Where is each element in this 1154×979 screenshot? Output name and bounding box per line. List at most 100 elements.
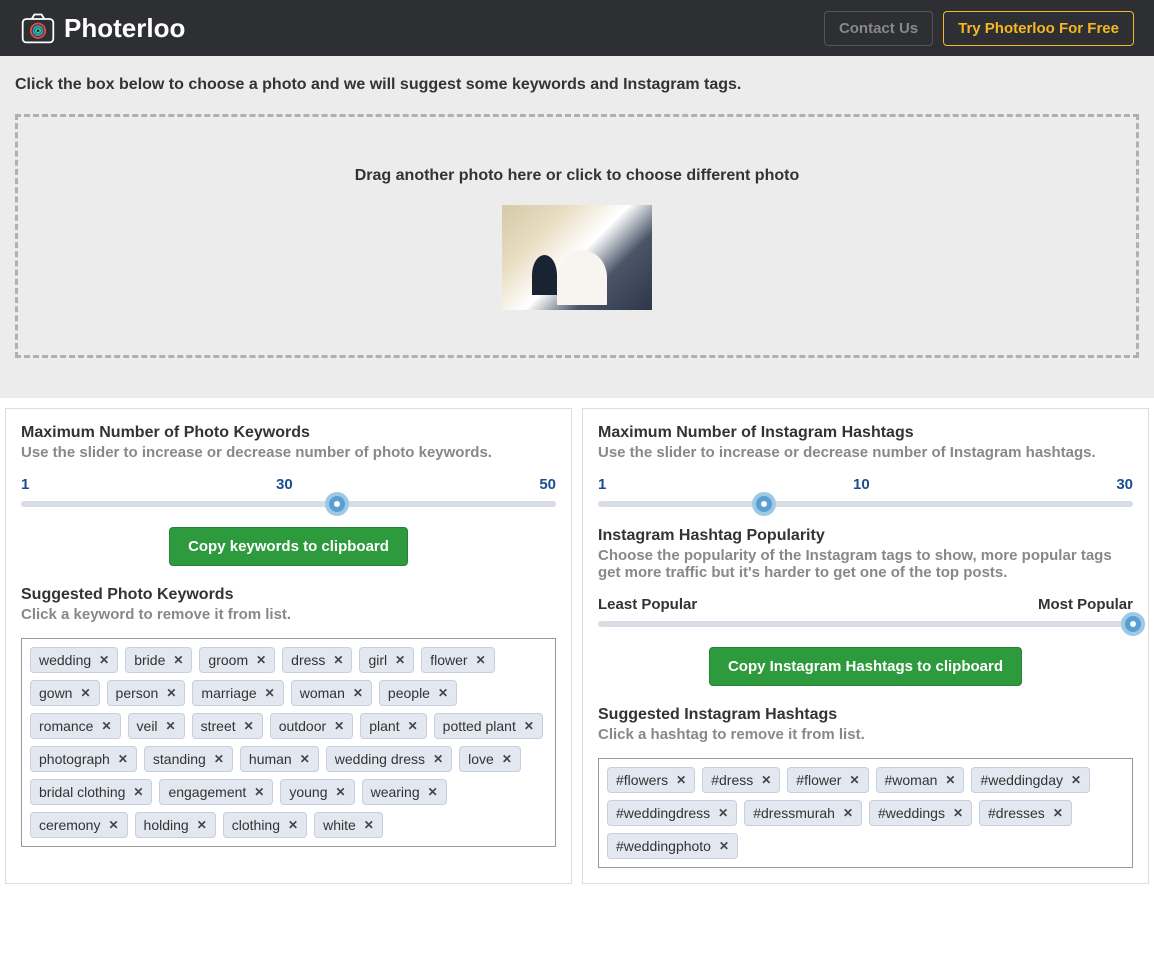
hashtag-tag[interactable]: #flowers✕ xyxy=(607,767,695,793)
hashtag-tag[interactable]: #dress✕ xyxy=(702,767,780,793)
close-icon[interactable]: ✕ xyxy=(254,785,264,799)
popularity-slider[interactable] xyxy=(598,621,1133,627)
keyword-tag[interactable]: outdoor✕ xyxy=(270,713,354,739)
keywords-value: 30 xyxy=(276,476,293,493)
keywords-slider-handle[interactable] xyxy=(325,492,349,516)
tag-label: person xyxy=(116,685,159,701)
keyword-tag[interactable]: bridal clothing✕ xyxy=(30,779,152,805)
hashtag-tag[interactable]: #weddings✕ xyxy=(869,800,972,826)
close-icon[interactable]: ✕ xyxy=(265,686,275,700)
hashtag-tag[interactable]: #weddingphoto✕ xyxy=(607,833,738,859)
close-icon[interactable]: ✕ xyxy=(476,653,486,667)
close-icon[interactable]: ✕ xyxy=(761,773,771,787)
tag-label: standing xyxy=(153,751,206,767)
keyword-tag[interactable]: plant✕ xyxy=(360,713,426,739)
close-icon[interactable]: ✕ xyxy=(353,686,363,700)
keyword-tag[interactable]: girl✕ xyxy=(359,647,414,673)
hashtags-slider-handle[interactable] xyxy=(752,492,776,516)
popularity-slider-handle[interactable] xyxy=(1121,612,1145,636)
close-icon[interactable]: ✕ xyxy=(244,719,254,733)
close-icon[interactable]: ✕ xyxy=(288,818,298,832)
keyword-tag[interactable]: veil✕ xyxy=(128,713,185,739)
popularity-max: Most Popular xyxy=(1038,596,1133,613)
close-icon[interactable]: ✕ xyxy=(843,806,853,820)
close-icon[interactable]: ✕ xyxy=(300,752,310,766)
keyword-tag[interactable]: people✕ xyxy=(379,680,457,706)
close-icon[interactable]: ✕ xyxy=(173,653,183,667)
close-icon[interactable]: ✕ xyxy=(166,719,176,733)
close-icon[interactable]: ✕ xyxy=(101,719,111,733)
close-icon[interactable]: ✕ xyxy=(118,752,128,766)
keyword-tag[interactable]: woman✕ xyxy=(291,680,372,706)
close-icon[interactable]: ✕ xyxy=(524,719,534,733)
close-icon[interactable]: ✕ xyxy=(256,653,266,667)
hashtag-tag[interactable]: #flower ✕ xyxy=(787,767,868,793)
hashtag-tag[interactable]: #weddingday✕ xyxy=(971,767,1090,793)
keywords-slider[interactable] xyxy=(21,501,556,507)
keyword-tag[interactable]: flower✕ xyxy=(421,647,494,673)
keyword-tag[interactable]: young✕ xyxy=(280,779,354,805)
close-icon[interactable]: ✕ xyxy=(953,806,963,820)
keyword-tag[interactable]: ceremony✕ xyxy=(30,812,128,838)
close-icon[interactable]: ✕ xyxy=(676,773,686,787)
close-icon[interactable]: ✕ xyxy=(395,653,405,667)
close-icon[interactable]: ✕ xyxy=(718,806,728,820)
close-icon[interactable]: ✕ xyxy=(428,785,438,799)
keyword-tag[interactable]: wearing✕ xyxy=(362,779,447,805)
close-icon[interactable]: ✕ xyxy=(197,818,207,832)
hashtag-tag[interactable]: #dresses✕ xyxy=(979,800,1072,826)
close-icon[interactable]: ✕ xyxy=(80,686,90,700)
close-icon[interactable]: ✕ xyxy=(336,785,346,799)
keyword-tag[interactable]: street✕ xyxy=(192,713,263,739)
close-icon[interactable]: ✕ xyxy=(133,785,143,799)
close-icon[interactable]: ✕ xyxy=(99,653,109,667)
hashtag-tag[interactable]: #woman✕ xyxy=(876,767,965,793)
keyword-tag[interactable]: holding✕ xyxy=(135,812,216,838)
dropzone[interactable]: Drag another photo here or click to choo… xyxy=(15,114,1139,358)
keyword-tag[interactable]: potted plant✕ xyxy=(434,713,543,739)
keyword-tag[interactable]: bride✕ xyxy=(125,647,192,673)
keyword-tag[interactable]: romance✕ xyxy=(30,713,121,739)
contact-button[interactable]: Contact Us xyxy=(824,11,933,46)
copy-hashtags-button[interactable]: Copy Instagram Hashtags to clipboard xyxy=(709,647,1022,686)
close-icon[interactable]: ✕ xyxy=(214,752,224,766)
keyword-tag[interactable]: gown✕ xyxy=(30,680,100,706)
close-icon[interactable]: ✕ xyxy=(1053,806,1063,820)
keyword-tag[interactable]: clothing✕ xyxy=(223,812,307,838)
keyword-tag[interactable]: person ✕ xyxy=(107,680,186,706)
keyword-tag[interactable]: love ✕ xyxy=(459,746,521,772)
keyword-tag[interactable]: groom✕ xyxy=(199,647,275,673)
keyword-tag[interactable]: wedding✕ xyxy=(30,647,118,673)
close-icon[interactable]: ✕ xyxy=(408,719,418,733)
logo[interactable]: Photerloo xyxy=(20,10,185,46)
keyword-tag[interactable]: standing ✕ xyxy=(144,746,233,772)
close-icon[interactable]: ✕ xyxy=(108,818,118,832)
close-icon[interactable]: ✕ xyxy=(502,752,512,766)
keyword-tag[interactable]: wedding dress✕ xyxy=(326,746,452,772)
copy-keywords-button[interactable]: Copy keywords to clipboard xyxy=(169,527,408,566)
close-icon[interactable]: ✕ xyxy=(334,719,344,733)
keyword-tag[interactable]: photograph ✕ xyxy=(30,746,137,772)
close-icon[interactable]: ✕ xyxy=(166,686,176,700)
try-free-button[interactable]: Try Photerloo For Free xyxy=(943,11,1134,46)
tag-label: photograph xyxy=(39,751,110,767)
close-icon[interactable]: ✕ xyxy=(719,839,729,853)
tag-label: love xyxy=(468,751,494,767)
close-icon[interactable]: ✕ xyxy=(438,686,448,700)
close-icon[interactable]: ✕ xyxy=(945,773,955,787)
hashtag-tag[interactable]: #dressmurah✕ xyxy=(744,800,862,826)
keyword-tag[interactable]: dress✕ xyxy=(282,647,352,673)
tag-label: #flower xyxy=(796,772,841,788)
close-icon[interactable]: ✕ xyxy=(849,773,859,787)
close-icon[interactable]: ✕ xyxy=(433,752,443,766)
close-icon[interactable]: ✕ xyxy=(333,653,343,667)
close-icon[interactable]: ✕ xyxy=(364,818,374,832)
hashtag-tag[interactable]: #weddingdress✕ xyxy=(607,800,737,826)
keyword-tag[interactable]: white ✕ xyxy=(314,812,383,838)
keyword-tag[interactable]: engagement✕ xyxy=(159,779,273,805)
tag-label: white xyxy=(323,817,356,833)
keyword-tag[interactable]: marriage✕ xyxy=(192,680,283,706)
keyword-tag[interactable]: human✕ xyxy=(240,746,319,772)
close-icon[interactable]: ✕ xyxy=(1071,773,1081,787)
hashtags-slider[interactable] xyxy=(598,501,1133,507)
